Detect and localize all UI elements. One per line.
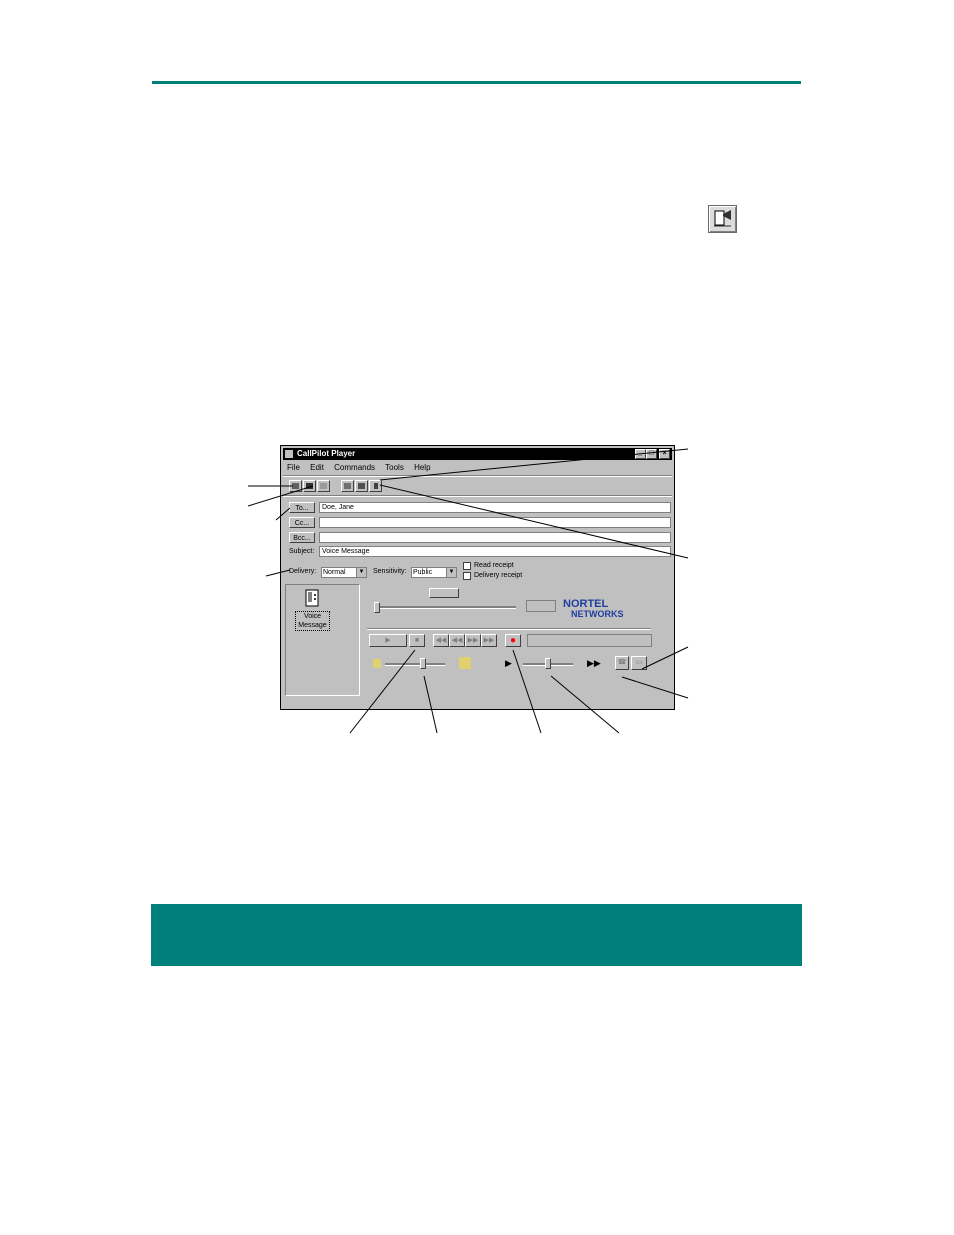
- callout-line: [621, 676, 689, 699]
- callout-line: [247, 485, 314, 507]
- callout-line: [550, 675, 620, 734]
- callout-line: [265, 569, 291, 577]
- callout-line: [379, 484, 689, 559]
- callout-line: [641, 646, 689, 670]
- callout-line: [275, 507, 291, 521]
- callout-line: [379, 448, 689, 481]
- footer-banner: [151, 904, 802, 966]
- callout-lines: [247, 448, 689, 734]
- callout-line: [423, 675, 438, 734]
- callout-line: [349, 649, 416, 734]
- callout-line: [512, 649, 542, 734]
